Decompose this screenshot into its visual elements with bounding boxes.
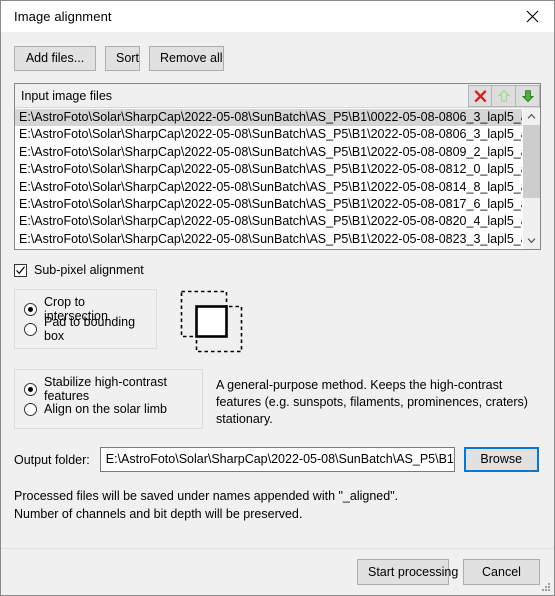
radio-indicator (24, 382, 37, 396)
dialog-content: Add files... Sort Remove all Input image… (1, 32, 554, 548)
file-rows: E:\AstroFoto\Solar\SharpCap\2022-05-08\S… (15, 108, 522, 249)
processing-note: Processed files will be saved under name… (14, 488, 541, 523)
method-description: A general-purpose method. Keeps the high… (216, 378, 528, 426)
checkbox-box (14, 263, 27, 277)
method-options-section: Stabilize high-contrast features Align o… (14, 369, 541, 429)
list-item[interactable]: E:\AstroFoto\Solar\SharpCap\2022-05-08\S… (15, 231, 522, 248)
sub-pixel-alignment-label: Sub-pixel alignment (34, 263, 144, 277)
processing-note-line-1: Processed files will be saved under name… (14, 489, 399, 503)
crop-intersection-diagram (180, 290, 243, 353)
list-item[interactable]: E:\AstroFoto\Solar\SharpCap\2022-05-08\S… (15, 179, 522, 196)
list-item[interactable]: E:\AstroFoto\Solar\SharpCap\2022-05-08\S… (15, 109, 522, 127)
move-up-button[interactable] (492, 85, 516, 107)
file-list-header-label: Input image files (21, 88, 113, 103)
chevron-up-icon (527, 113, 536, 119)
image-alignment-dialog: Image alignment Add files... Sort Remove… (0, 0, 555, 596)
scrollbar-track[interactable] (523, 125, 540, 232)
file-toolbar: Add files... Sort Remove all (14, 32, 541, 71)
file-list-body: E:\AstroFoto\Solar\SharpCap\2022-05-08\S… (15, 108, 540, 249)
remove-all-button[interactable]: Remove all (149, 46, 224, 71)
scrollbar-thumb[interactable] (523, 125, 540, 198)
title-bar: Image alignment (1, 1, 554, 32)
radio-label: Pad to bounding box (44, 315, 136, 343)
file-list-actions (468, 84, 540, 107)
chevron-down-icon (527, 238, 536, 244)
green-down-arrow-icon (521, 90, 534, 103)
list-item[interactable]: E:\AstroFoto\Solar\SharpCap\2022-05-08\S… (15, 144, 522, 161)
window-title: Image alignment (14, 9, 112, 24)
sub-pixel-alignment-checkbox[interactable]: Sub-pixel alignment (14, 263, 541, 277)
list-item[interactable]: E:\AstroFoto\Solar\SharpCap\2022-05-08\S… (15, 161, 522, 178)
radio-align-on-the-solar-limb[interactable]: Align on the solar limb (24, 399, 191, 419)
resize-grip-icon[interactable] (540, 581, 552, 593)
radio-pad-to-bounding-box[interactable]: Pad to bounding box (24, 315, 145, 343)
method-options-group: Stabilize high-contrast features Align o… (14, 369, 203, 429)
remove-selected-button[interactable] (468, 85, 492, 107)
crop-preview-graphic (180, 290, 243, 353)
move-down-button[interactable] (516, 85, 540, 107)
output-folder-input[interactable]: E:\AstroFoto\Solar\SharpCap\2022-05-08\S… (99, 447, 455, 472)
close-icon (526, 10, 538, 23)
list-item[interactable]: E:\AstroFoto\Solar\SharpCap\2022-05-08\S… (15, 126, 522, 143)
browse-button[interactable]: Browse (463, 447, 539, 472)
radio-indicator (24, 402, 37, 416)
processing-note-line-2: Number of channels and bit depth will be… (14, 506, 303, 521)
output-folder-row: Output folder: E:\AstroFoto\Solar\SharpC… (14, 447, 541, 472)
cancel-button[interactable]: Cancel (463, 559, 540, 585)
input-file-list: Input image files E:\AstroFoto\Solar\Sha… (14, 83, 541, 250)
sort-button[interactable]: Sort (105, 46, 140, 71)
close-button[interactable] (510, 1, 554, 32)
radio-indicator (24, 302, 37, 316)
list-item[interactable]: E:\AstroFoto\Solar\SharpCap\2022-05-08\S… (15, 213, 522, 230)
crop-options-section: Crop to intersection Pad to bounding box (14, 289, 541, 353)
file-list-header: Input image files (15, 84, 540, 108)
list-item[interactable]: E:\AstroFoto\Solar\SharpCap\2022-05-08\S… (15, 196, 522, 213)
green-up-arrow-icon (497, 89, 510, 102)
checkmark-icon (16, 265, 25, 274)
red-x-icon (474, 89, 486, 102)
output-folder-label: Output folder: (14, 452, 90, 467)
start-processing-button[interactable]: Start processing (357, 559, 458, 585)
radio-stabilize-high-contrast-features[interactable]: Stabilize high-contrast features (24, 375, 191, 403)
crop-options-group: Crop to intersection Pad to bounding box (14, 289, 157, 349)
radio-label: Stabilize high-contrast features (44, 375, 167, 403)
scroll-down-button[interactable] (523, 232, 540, 249)
file-list-scrollbar[interactable] (522, 108, 540, 249)
add-files-button[interactable]: Add files... (14, 46, 96, 71)
scroll-up-button[interactable] (523, 108, 540, 125)
radio-indicator (24, 322, 37, 336)
radio-label: Align on the solar limb (44, 402, 167, 416)
dialog-footer: Start processing Cancel (1, 548, 554, 595)
